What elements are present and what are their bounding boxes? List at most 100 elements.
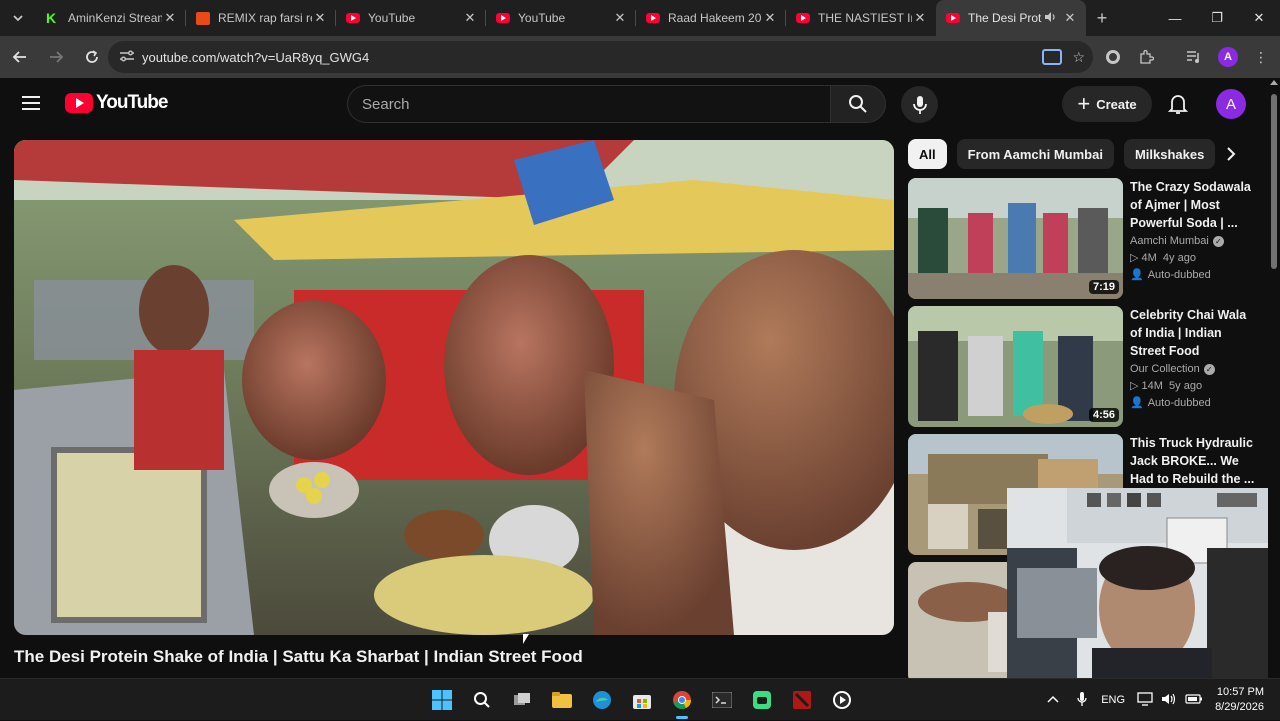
restore-icon[interactable]: ❐ (1196, 0, 1238, 36)
file-explorer-icon[interactable] (542, 680, 582, 720)
chip-all[interactable]: All (908, 139, 947, 169)
extensions-puzzle-icon[interactable] (1138, 36, 1154, 78)
media-control-icon[interactable] (1186, 36, 1202, 78)
chip-milkshakes[interactable]: Milkshakes (1123, 139, 1216, 169)
new-tab-button[interactable]: + (1086, 8, 1118, 29)
youtube-logo[interactable]: YouTube (65, 92, 168, 114)
profile-avatar[interactable]: A (1218, 36, 1238, 78)
youtube-icon (496, 13, 510, 23)
recommendation-item[interactable]: 7:19 The Crazy Sodawala of Ajmer | Most … (908, 178, 1258, 300)
clock-date: 8/29/2026 (1215, 701, 1264, 713)
search-input[interactable] (362, 95, 831, 113)
browser-tab[interactable]: K AminKenzi Stream ✕ (36, 0, 186, 36)
arrow-right-icon (50, 51, 64, 63)
close-tab-icon[interactable]: ✕ (462, 10, 478, 26)
hamburger-menu-icon[interactable] (22, 96, 40, 110)
android-studio-icon[interactable] (742, 680, 782, 720)
browser-tab[interactable]: YouTube ✕ (486, 0, 636, 36)
volume-icon[interactable] (1161, 692, 1177, 709)
voice-search-button[interactable] (901, 86, 938, 123)
chevron-right-icon[interactable] (1216, 139, 1246, 169)
channel-name-row: Aamchi Mumbai ✓ (1130, 235, 1255, 247)
scroll-up-arrow-icon[interactable] (1270, 80, 1278, 85)
extension-circle-icon[interactable] (1106, 36, 1120, 78)
upload-age: 5y ago (1169, 380, 1203, 392)
chrome-icon[interactable] (662, 680, 702, 720)
recommendation-title[interactable]: This Truck Hydraulic Jack BROKE... We Ha… (1130, 434, 1255, 488)
close-tab-icon[interactable]: ✕ (612, 10, 628, 26)
browser-tab-active[interactable]: The Desi Prote ✕ (936, 0, 1086, 36)
close-window-icon[interactable]: ✕ (1238, 0, 1280, 36)
language-indicator[interactable]: ENG (1101, 694, 1125, 706)
chip-from-channel[interactable]: From Aamchi Mumbai (956, 139, 1114, 169)
browser-tab[interactable]: Raad Hakeem 202 ✕ (636, 0, 786, 36)
search-button[interactable] (830, 85, 886, 123)
chevron-up-icon[interactable] (1047, 693, 1059, 707)
display-icon[interactable] (1137, 691, 1153, 709)
auto-dubbed-badge: 👤 Auto-dubbed (1130, 396, 1211, 410)
channel-name[interactable]: Aamchi Mumbai (1130, 235, 1209, 247)
microphone-tray-icon[interactable] (1077, 691, 1087, 710)
microsoft-store-icon[interactable] (622, 680, 662, 720)
window-controls: — ❐ ✕ (1154, 0, 1280, 36)
browser-tab[interactable]: REMIX rap farsi re ✕ (186, 0, 336, 36)
video-title: The Desi Protein Shake of India | Sattu … (14, 647, 583, 666)
video-meta: ▷ 14M 5y ago (1130, 380, 1203, 392)
create-label: Create (1096, 96, 1137, 112)
recommendation-title[interactable]: Celebrity Chai Wala of India | Indian St… (1130, 306, 1255, 360)
close-tab-icon[interactable]: ✕ (1062, 10, 1078, 26)
recommendation-title[interactable]: The Crazy Sodawala of Ajmer | Most Power… (1130, 178, 1255, 232)
recommendation-item[interactable]: 4:56 Celebrity Chai Wala of India | Indi… (908, 306, 1258, 428)
edge-browser-icon[interactable] (582, 680, 622, 720)
cast-icon[interactable] (1042, 49, 1063, 65)
scroll-thumb[interactable] (1271, 94, 1277, 269)
battery-icon[interactable] (1185, 693, 1203, 708)
notifications-bell-icon[interactable] (1166, 92, 1190, 116)
video-player[interactable] (14, 140, 894, 635)
url-text: youtube.com/watch?v=UaR8yq_GWG4 (142, 49, 370, 65)
auto-dubbed-badge: 👤 Auto-dubbed (1130, 268, 1211, 282)
browser-tab[interactable]: YouTube ✕ (336, 0, 486, 36)
reload-button[interactable] (76, 41, 108, 73)
close-tab-icon[interactable]: ✕ (762, 10, 778, 26)
taskbar-clock[interactable]: 10:57 PM 8/29/2026 (1215, 685, 1264, 715)
back-button[interactable] (4, 41, 36, 73)
dota-icon[interactable] (782, 680, 822, 720)
close-tab-icon[interactable]: ✕ (312, 10, 328, 26)
video-thumbnail[interactable]: 4:56 (908, 306, 1123, 427)
channel-name[interactable]: Our Collection (1130, 363, 1200, 375)
windows-start-icon[interactable] (422, 680, 462, 720)
menu-kebab-icon[interactable]: ⋮ (1254, 36, 1268, 78)
upload-age: 4y ago (1162, 252, 1196, 264)
site-info-icon[interactable] (112, 49, 142, 66)
tab-title: The Desi Prote (968, 11, 1042, 25)
task-view-icon[interactable] (502, 680, 542, 720)
arrow-left-icon (12, 51, 26, 63)
tab-title: AminKenzi Stream (68, 11, 162, 25)
dub-person-icon: 👤 (1130, 269, 1144, 281)
account-avatar[interactable]: A (1216, 89, 1246, 119)
forward-button[interactable] (40, 41, 72, 73)
minimize-icon[interactable]: — (1154, 0, 1196, 36)
speaker-icon[interactable] (1044, 11, 1056, 26)
address-bar[interactable]: youtube.com/watch?v=UaR8yq_GWG4 ☆ (108, 41, 1093, 73)
create-button[interactable]: + Create (1062, 86, 1152, 122)
bookmark-star-icon[interactable]: ☆ (1072, 49, 1085, 66)
search-icon[interactable] (462, 680, 502, 720)
close-tab-icon[interactable]: ✕ (162, 10, 178, 26)
webcam-image (1007, 488, 1280, 678)
kick-icon: K (46, 10, 57, 26)
youtube-icon (346, 13, 360, 23)
youtube-icon (946, 13, 960, 23)
remix-icon (196, 11, 210, 25)
video-thumbnail[interactable]: 7:19 (908, 178, 1123, 299)
youtube-icon (646, 13, 660, 23)
terminal-icon[interactable] (702, 680, 742, 720)
media-player-icon[interactable] (822, 680, 862, 720)
tab-search-button[interactable] (0, 0, 36, 36)
reload-icon (86, 50, 98, 63)
page-scrollbar[interactable] (1268, 78, 1280, 678)
close-tab-icon[interactable]: ✕ (912, 10, 928, 26)
youtube-header: YouTube + Create A (0, 78, 1268, 130)
browser-tab[interactable]: THE NASTIEST Inc ✕ (786, 0, 936, 36)
